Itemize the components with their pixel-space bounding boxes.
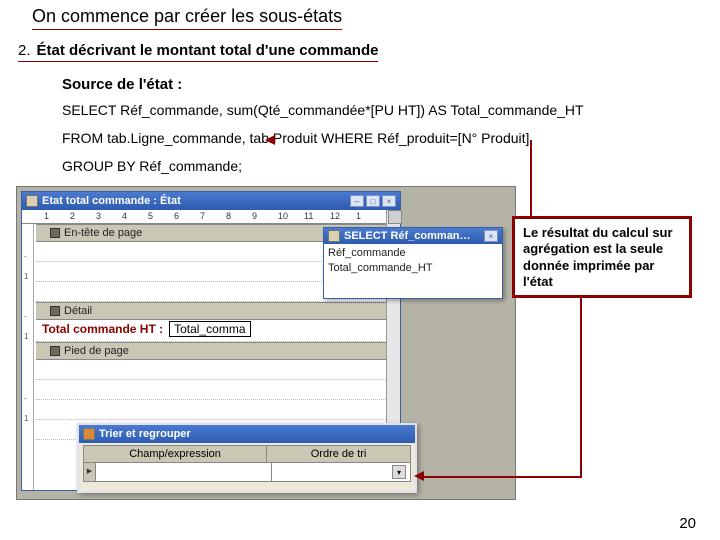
ruler-mark: 2: [70, 211, 75, 221]
ruler-mark: 1: [356, 211, 361, 221]
grid-row[interactable]: [36, 360, 400, 380]
designer-titlebar[interactable]: Etat total commande : État – □ ×: [22, 192, 400, 210]
sort-group-dialog[interactable]: Trier et regrouper Champ/expression Ordr…: [77, 423, 417, 493]
sort-dialog-title: Trier et regrouper: [99, 428, 191, 440]
ruler-mark: 10: [278, 211, 288, 221]
annotation-arrow: [0, 0, 262, 2]
ruler-mark: 12: [330, 211, 340, 221]
close-button[interactable]: ×: [382, 195, 396, 207]
sql-line-3: GROUP BY Réf_commande;: [62, 158, 242, 174]
ruler-mark: 8: [226, 211, 231, 221]
detail-band[interactable]: Détail: [36, 302, 400, 320]
field-item[interactable]: Total_commande_HT: [328, 261, 498, 276]
sort-order-cell[interactable]: ▾: [272, 463, 410, 481]
query-icon: [328, 230, 340, 242]
annotation-arrow: [420, 476, 582, 478]
arrow-head-icon: [265, 135, 275, 145]
ruler-mark: 3: [96, 211, 101, 221]
ruler-mark: 6: [174, 211, 179, 221]
annotation-arrow: [580, 298, 582, 478]
sort-icon: [83, 428, 95, 440]
chevron-down-icon[interactable]: ▾: [392, 465, 406, 479]
fieldlist-titlebar[interactable]: SELECT Réf_comman… ×: [324, 228, 502, 244]
arrow-head-icon: [414, 471, 424, 481]
row-selector-icon[interactable]: [84, 463, 96, 481]
field-label[interactable]: Total commande HT :: [38, 322, 167, 336]
subtitle-number: 2.: [18, 42, 31, 59]
field-list-window[interactable]: SELECT Réf_comman… × Réf_commande Total_…: [323, 227, 503, 299]
page-title: On commence par créer les sous-états: [32, 6, 342, 30]
sort-header-row: Champ/expression Ordre de tri: [84, 446, 410, 463]
sort-col-order: Ordre de tri: [267, 446, 410, 462]
sort-table[interactable]: Champ/expression Ordre de tri ▾: [83, 445, 411, 482]
minimize-button[interactable]: –: [350, 195, 364, 207]
section-selector-icon[interactable]: [50, 306, 60, 316]
ruler-mark: 4: [122, 211, 127, 221]
page-footer-band[interactable]: Pied de page: [36, 342, 400, 360]
vertical-ruler: -1 -1 -1: [22, 224, 34, 490]
fieldlist-title: SELECT Réf_comman…: [344, 230, 480, 242]
grid-row[interactable]: Total commande HT : Total_comma: [36, 320, 400, 342]
close-button[interactable]: ×: [484, 230, 498, 242]
designer-window-title: Etat total commande : État: [42, 195, 346, 207]
field-bound-textbox[interactable]: Total_comma: [169, 321, 250, 337]
grid-row[interactable]: [36, 400, 400, 420]
ruler-mark: 1: [44, 211, 49, 221]
horizontal-ruler: 1 2 3 4 5 6 7 8 9 10 11 12 1: [22, 210, 400, 224]
subtitle-row: 2. État décrivant le montant total d'une…: [18, 42, 378, 62]
sql-line-2: FROM tab.Ligne_commande, tab.Produit WHE…: [62, 130, 529, 146]
section-selector-icon[interactable]: [50, 346, 60, 356]
sort-data-row[interactable]: ▾: [84, 463, 410, 481]
detail-label: Détail: [64, 305, 92, 317]
section-selector-icon[interactable]: [50, 228, 60, 238]
sort-expression-cell[interactable]: [96, 463, 272, 481]
field-item[interactable]: Réf_commande: [328, 246, 498, 261]
app-workspace: Etat total commande : État – □ × 1 2 3 4…: [16, 186, 516, 500]
ruler-mark: 9: [252, 211, 257, 221]
page-number: 20: [679, 515, 696, 532]
ruler-mark: 5: [148, 211, 153, 221]
subtitle-text: État décrivant le montant total d'une co…: [37, 42, 379, 59]
grid-row[interactable]: [36, 380, 400, 400]
sql-line-1: SELECT Réf_commande, sum(Qté_commandée*[…: [62, 102, 584, 118]
sort-titlebar[interactable]: Trier et regrouper: [79, 425, 415, 443]
ruler-mark: 11: [304, 211, 313, 221]
detail-field-control[interactable]: Total commande HT : Total_comma: [38, 320, 251, 338]
maximize-button[interactable]: □: [366, 195, 380, 207]
page-header-label: En-tête de page: [64, 227, 142, 239]
sort-col-expression: Champ/expression: [84, 446, 267, 462]
page-footer-label: Pied de page: [64, 345, 129, 357]
source-label: Source de l'état :: [62, 76, 182, 93]
field-list[interactable]: Réf_commande Total_commande_HT: [324, 244, 502, 278]
ruler-mark: 7: [200, 211, 205, 221]
report-icon: [26, 195, 38, 207]
callout-box: Le résultat du calcul sur agrégation est…: [512, 216, 692, 298]
annotation-arrow: [530, 140, 532, 216]
